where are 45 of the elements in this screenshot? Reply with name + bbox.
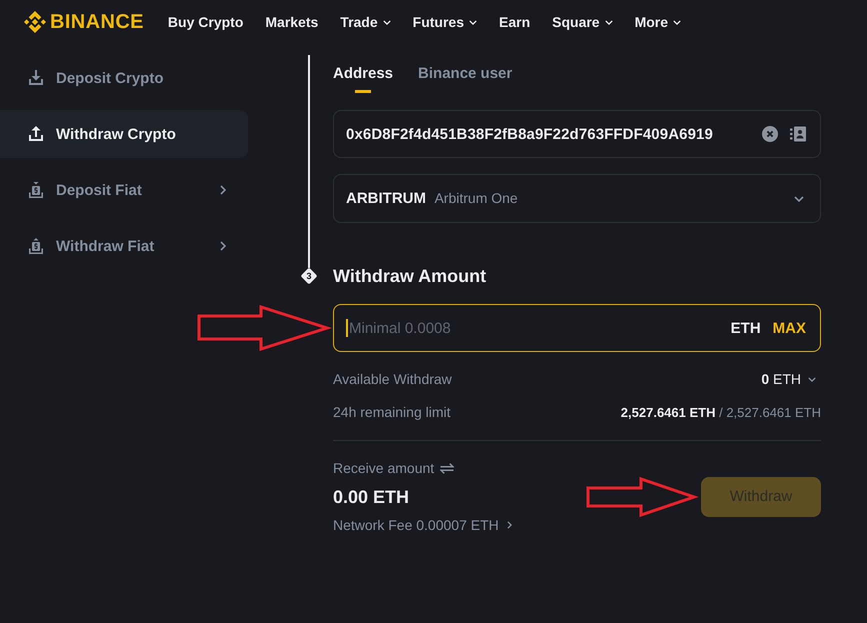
network-select[interactable]: ARBITRUM Arbitrum One: [333, 174, 821, 223]
tab[interactable]: Address: [333, 64, 394, 96]
tab[interactable]: Binance user: [418, 64, 512, 96]
logo-icon: [24, 11, 46, 33]
sidebar-item[interactable]: Withdraw Crypto: [0, 110, 248, 158]
max-button[interactable]: MAX: [772, 320, 806, 336]
receive-label: Receive amount: [333, 459, 434, 477]
chevron-down-icon: [604, 20, 613, 24]
nav-link[interactable]: More: [634, 12, 682, 32]
chevron-down-icon: [382, 20, 391, 24]
nav-link[interactable]: Trade: [340, 12, 391, 32]
cash-withdraw-icon: [27, 237, 45, 255]
nav-link[interactable]: Square: [552, 12, 613, 32]
amount-field[interactable]: Minimal 0.0008 ETH MAX: [333, 304, 821, 352]
logo-wordmark: BINANCE: [50, 11, 144, 33]
detail-label: Available Withdraw: [333, 371, 452, 387]
sidebar-item[interactable]: Deposit Crypto: [0, 54, 248, 102]
text-cursor-icon: [346, 319, 348, 337]
nav-link[interactable]: Earn: [499, 12, 530, 32]
nav-link[interactable]: Buy Crypto: [168, 12, 244, 32]
cash-deposit-icon: [27, 181, 45, 199]
nav-link[interactable]: Futures: [412, 12, 477, 32]
section-heading: Withdraw Amount: [333, 265, 488, 288]
sidebar-item[interactable]: Withdraw Fiat: [0, 222, 248, 270]
chevron-down-icon: [673, 20, 682, 24]
chevron-down-icon: [808, 376, 816, 382]
swap-arrows-icon[interactable]: [440, 462, 454, 474]
network-fee-link[interactable]: Network Fee 0.00007 ETH: [333, 516, 512, 534]
download-tray-icon: [27, 69, 45, 87]
receive-amount: 0.00 ETH: [333, 486, 410, 509]
chevron-down-icon: [469, 20, 477, 24]
sidebar-item[interactable]: Deposit Fiat: [0, 166, 248, 214]
clear-icon[interactable]: [762, 126, 778, 142]
nav-link[interactable]: Markets: [265, 12, 318, 32]
upload-tray-icon: [27, 125, 45, 143]
value-dropdown[interactable]: 0 ETH: [761, 371, 821, 387]
chevron-right-icon: [220, 185, 226, 195]
address-field[interactable]: 0x6D8F2f4d451B38F2fB8a9F22d763FFDF409A6919: [333, 110, 821, 158]
detail-label: 24h remaining limit: [333, 404, 450, 420]
unit-label: ETH: [730, 320, 761, 336]
chevron-down-icon: [794, 196, 804, 202]
chevron-right-icon: [506, 521, 512, 529]
detail-value: 2,527.6461 ETH / 2,527.6461 ETH: [620, 404, 821, 420]
address-book-icon[interactable]: [790, 126, 806, 142]
chevron-right-icon: [220, 241, 226, 251]
